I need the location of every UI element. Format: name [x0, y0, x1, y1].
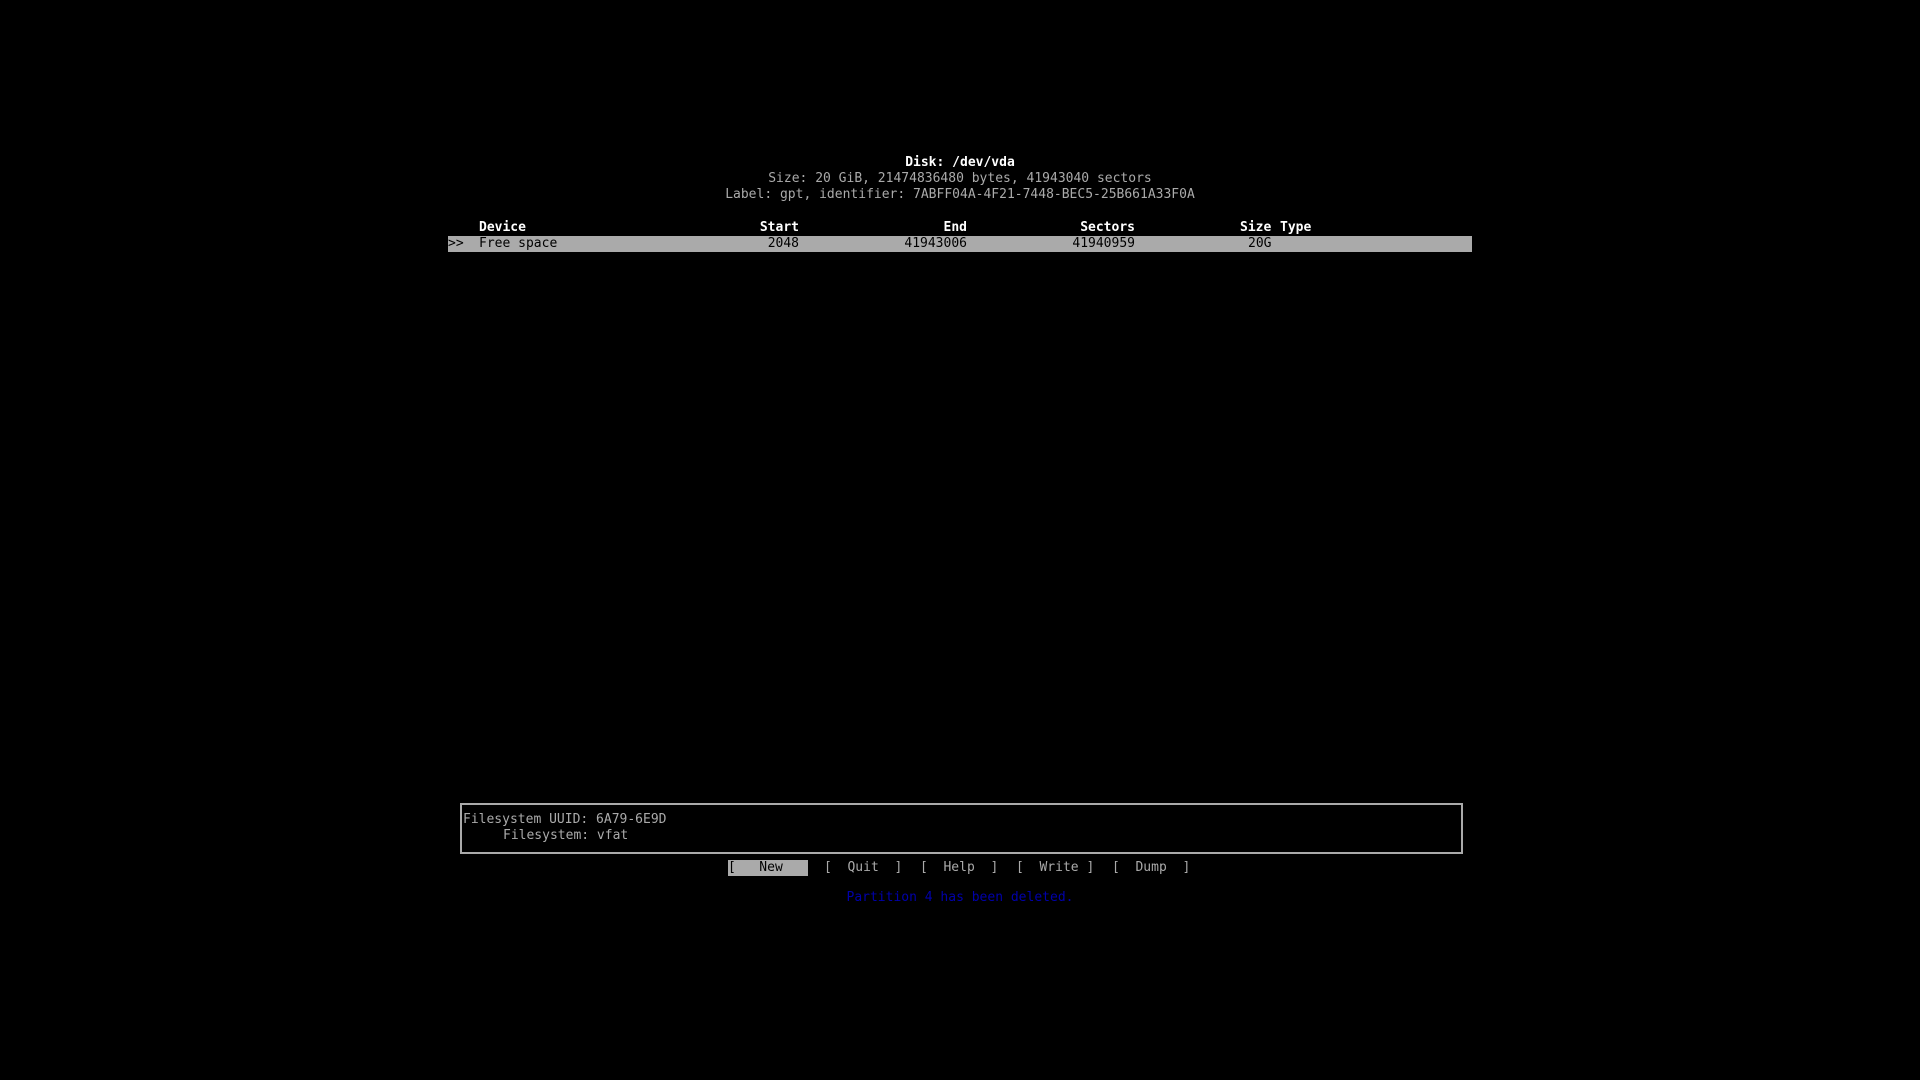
disk-size-line: Size: 20 GiB, 21474836480 bytes, 4194304…	[768, 171, 1152, 186]
row-sectors: 41940959	[1072, 236, 1135, 251]
column-header-end: End	[943, 220, 967, 235]
filesystem-uuid: Filesystem UUID: 6A79-6E9D	[463, 812, 667, 827]
quit-button[interactable]: [ Quit ]	[824, 860, 902, 876]
dump-button[interactable]: [ Dump ]	[1112, 860, 1190, 876]
selection-marker: >>	[448, 236, 464, 251]
disk-label-line: Label: gpt, identifier: 7ABFF04A-4F21-74…	[725, 187, 1195, 202]
new-button[interactable]: [ New ]	[728, 860, 814, 876]
column-header-size: Size	[1240, 220, 1272, 235]
column-header-sectors: Sectors	[1080, 220, 1135, 235]
status-message: Partition 4 has been deleted.	[846, 890, 1074, 905]
row-start: 2048	[767, 236, 799, 251]
table-row-free-space[interactable]: >> Free space 2048 41943006 41940959 20G	[448, 236, 1472, 252]
row-device: Free space	[479, 236, 558, 251]
column-header-type: Type	[1280, 220, 1312, 235]
partition-info-box: Filesystem UUID: 6A79-6E9D Filesystem: v…	[460, 803, 1463, 854]
help-button[interactable]: [ Help ]	[920, 860, 998, 876]
disk-title: Disk: /dev/vda	[905, 155, 1015, 170]
row-end: 41943006	[904, 236, 967, 251]
row-size: 20G	[1248, 236, 1272, 251]
column-header-start: Start	[759, 220, 799, 235]
write-button[interactable]: [ Write ]	[1016, 860, 1094, 876]
filesystem-type: Filesystem: vfat	[503, 828, 629, 843]
column-header-device: Device	[479, 220, 526, 235]
